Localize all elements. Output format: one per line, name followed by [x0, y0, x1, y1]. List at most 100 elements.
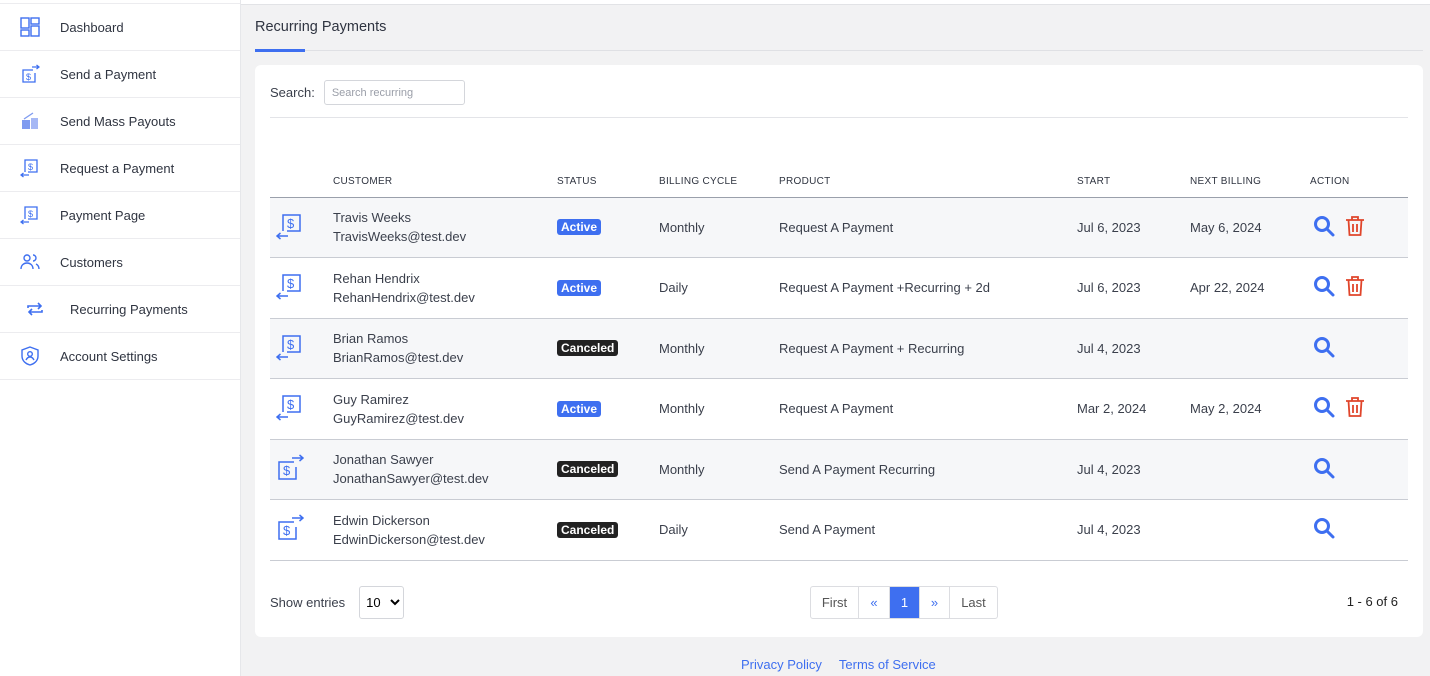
billing-cycle: Monthly	[659, 439, 779, 500]
billing-cycle: Monthly	[659, 378, 779, 440]
start-date: Jul 4, 2023	[1077, 499, 1190, 561]
first-page-button[interactable]: First	[811, 587, 859, 618]
customers-icon	[0, 252, 60, 272]
svg-text:$: $	[28, 209, 33, 219]
send-payment-icon: $	[270, 454, 305, 485]
view-search-icon[interactable]	[1313, 336, 1335, 361]
sidebar-item-recurring-payments[interactable]: Recurring Payments	[0, 286, 240, 333]
next-billing	[1190, 318, 1310, 379]
entries-count: 1 - 6 of 6	[1346, 594, 1398, 609]
product: Request A Payment + Recurring	[779, 318, 1077, 379]
request-payment-icon: $	[270, 393, 304, 424]
view-search-icon[interactable]	[1313, 396, 1335, 421]
sidebar-item-label: Dashboard	[60, 19, 124, 35]
request-payment-icon: $	[0, 158, 60, 178]
product: Request A Payment	[779, 378, 1077, 440]
sidebar-item-request-a-payment[interactable]: $ Request a Payment	[0, 145, 240, 192]
next-billing	[1190, 439, 1310, 500]
sidebar: Dashboard $ Send a Payment Send Mass Payout…	[0, 0, 241, 676]
svg-text:$: $	[28, 162, 33, 172]
sidebar-item-label: Send a Payment	[60, 66, 157, 82]
mass-payouts-icon	[0, 111, 60, 131]
svg-text:$: $	[283, 523, 291, 538]
privacy-policy-link[interactable]: Privacy Policy	[741, 657, 822, 672]
sidebar-item-label: Account Settings	[60, 348, 158, 364]
search-label: Search:	[270, 85, 315, 100]
search-input[interactable]	[323, 80, 465, 105]
status-badge: Canceled	[557, 461, 619, 478]
customer-email: JonathanSawyer@test.dev	[333, 471, 489, 487]
start-date: Jul 6, 2023	[1077, 197, 1190, 258]
delete-trash-icon[interactable]	[1345, 396, 1365, 421]
terms-link[interactable]: Terms of Service	[839, 657, 936, 672]
dashboard-icon	[0, 17, 60, 37]
svg-text:$: $	[287, 216, 295, 231]
request-payment-icon: $	[270, 272, 304, 303]
svg-text:$: $	[287, 397, 295, 412]
col-start: START	[1077, 167, 1190, 198]
delete-trash-icon[interactable]	[1345, 275, 1365, 300]
recurring-icon	[0, 299, 70, 319]
col-action: ACTION	[1310, 167, 1408, 198]
customer-name: Brian Ramos	[333, 331, 409, 347]
view-search-icon[interactable]	[1313, 517, 1335, 542]
table-row: $ Brian Ramos BrianRamos@test.dev Cancele…	[270, 318, 1408, 379]
request-payment-icon: $	[270, 212, 304, 243]
customer-name: Guy Ramirez	[333, 391, 409, 407]
sidebar-item-label: Payment Page	[60, 207, 146, 223]
sidebar-item-dashboard[interactable]: Dashboard	[0, 4, 240, 51]
product: Send A Payment Recurring	[779, 439, 1077, 500]
start-date: Mar 2, 2024	[1077, 378, 1190, 440]
send-payment-icon: $	[270, 514, 305, 545]
svg-text:$: $	[26, 72, 31, 82]
pagination: First « 1 » Last	[810, 586, 998, 619]
last-page-button[interactable]: Last	[950, 587, 997, 618]
svg-text:$: $	[287, 337, 295, 352]
view-search-icon[interactable]	[1313, 457, 1335, 482]
product: Request A Payment	[779, 197, 1077, 258]
customer-email: EdwinDickerson@test.dev	[333, 531, 485, 547]
top-bar	[241, 0, 1430, 5]
customer-name: Edwin Dickerson	[333, 512, 430, 528]
col-status: STATUS	[557, 167, 659, 198]
search-group: Search:	[270, 80, 465, 105]
next-billing: Apr 22, 2024	[1190, 257, 1310, 319]
sidebar-item-send-mass-payouts[interactable]: Send Mass Payouts	[0, 98, 240, 145]
view-search-icon[interactable]	[1313, 215, 1335, 240]
request-payment-icon: $	[270, 333, 304, 364]
start-date: Jul 6, 2023	[1077, 257, 1190, 319]
svg-text:$: $	[283, 463, 291, 478]
table-row: $ Travis Weeks TravisWeeks@test.dev Activ…	[270, 197, 1408, 258]
sidebar-item-account-settings[interactable]: Account Settings	[0, 333, 240, 380]
show-entries-label: Show entries	[270, 595, 346, 610]
sidebar-item-payment-page[interactable]: $ Payment Page	[0, 192, 240, 239]
title-accent	[255, 49, 305, 52]
sidebar-item-send-a-payment[interactable]: $ Send a Payment	[0, 51, 240, 98]
product: Send A Payment	[779, 499, 1077, 561]
view-search-icon[interactable]	[1313, 275, 1335, 300]
recurring-card: Search: CUSTOMER STATUS BILLING CYCLE PR…	[255, 65, 1423, 637]
payment-page-icon: $	[0, 205, 60, 225]
title-divider	[255, 50, 1423, 51]
table-row: $ Rehan Hendrix RehanHendrix@test.dev Act…	[270, 257, 1408, 319]
start-date: Jul 4, 2023	[1077, 318, 1190, 379]
billing-cycle: Daily	[659, 257, 779, 319]
page-1-button[interactable]: 1	[890, 587, 920, 618]
footer-links: Privacy Policy Terms of Service	[741, 657, 936, 672]
sidebar-item-label: Customers	[60, 254, 123, 270]
sidebar-item-label: Recurring Payments	[70, 301, 188, 317]
customer-email: TravisWeeks@test.dev	[333, 229, 467, 245]
customer-name: Jonathan Sawyer	[333, 452, 434, 468]
status-badge: Canceled	[557, 521, 619, 538]
status-badge: Active	[557, 400, 602, 417]
next-page-button[interactable]: »	[920, 587, 950, 618]
show-entries: Show entries 10	[270, 586, 405, 619]
send-payment-icon: $	[0, 64, 60, 84]
next-billing: May 6, 2024	[1190, 197, 1310, 258]
sidebar-item-customers[interactable]: Customers	[0, 239, 240, 286]
col-customer: CUSTOMER	[333, 167, 557, 198]
customer-email: BrianRamos@test.dev	[333, 350, 464, 366]
entries-select[interactable]: 10	[359, 586, 405, 619]
delete-trash-icon[interactable]	[1345, 215, 1365, 240]
prev-page-button[interactable]: «	[859, 587, 890, 618]
